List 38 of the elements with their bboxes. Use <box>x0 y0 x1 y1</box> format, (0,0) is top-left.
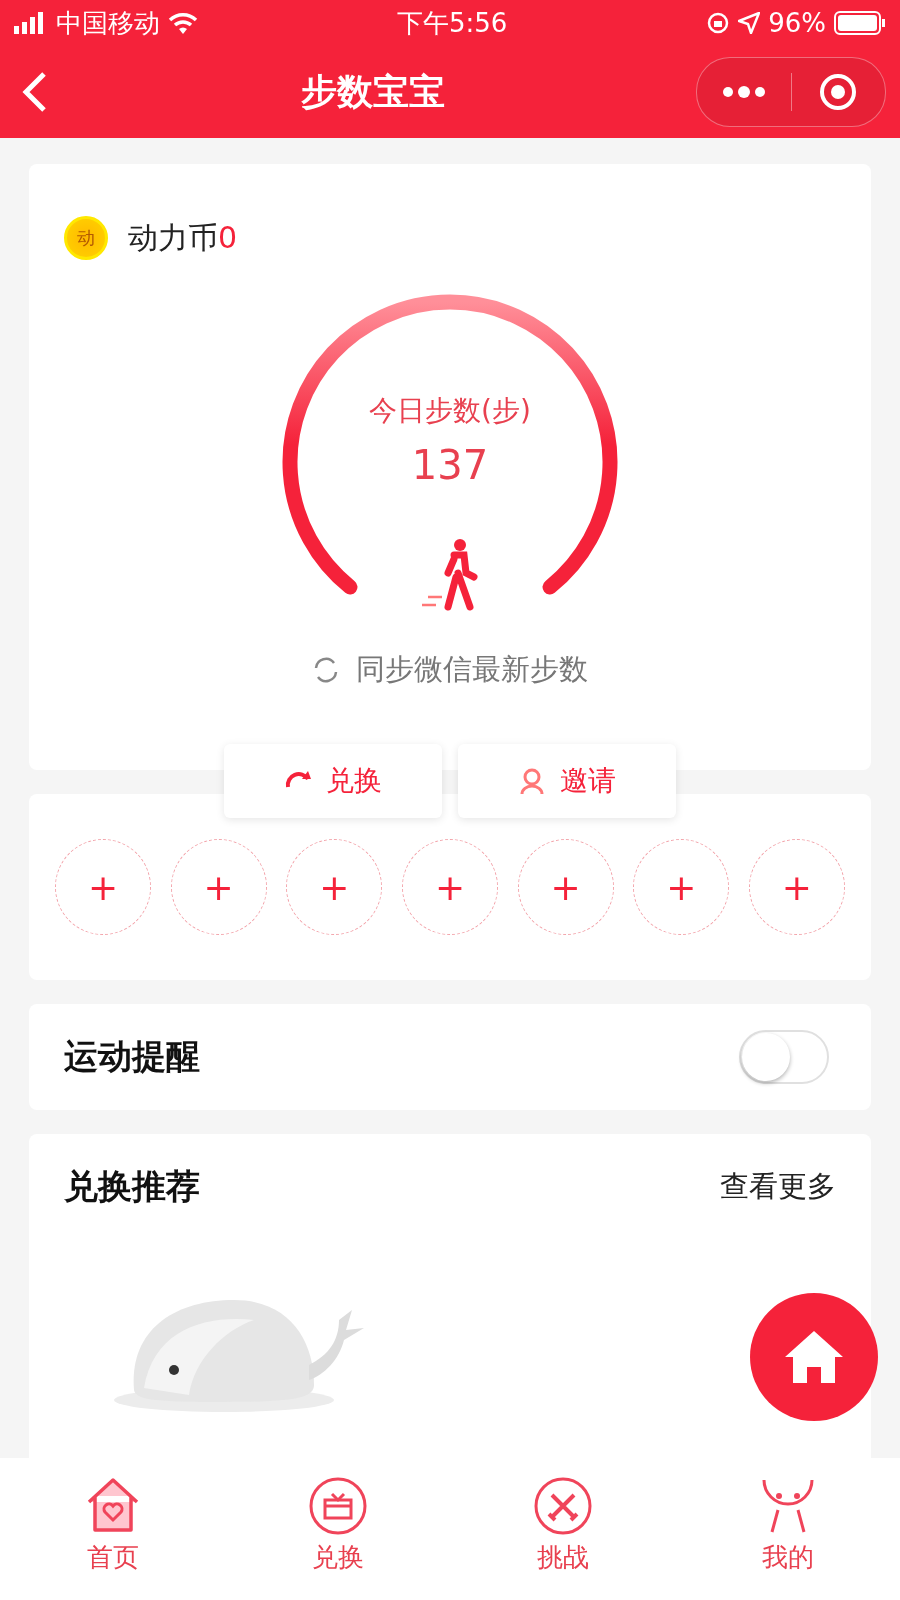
battery-percent: 96% <box>768 8 826 38</box>
clock: 下午5:56 <box>396 6 508 40</box>
add-slot[interactable]: + <box>170 839 267 935</box>
add-slot[interactable]: + <box>286 839 383 935</box>
battery-icon <box>834 11 886 35</box>
sync-icon[interactable] <box>312 656 340 684</box>
invite-button[interactable]: 邀请 <box>458 744 676 818</box>
sync-link[interactable]: 同步微信最新步数 <box>356 650 588 690</box>
steps-label: 今日步数(步) <box>368 393 532 429</box>
add-slot[interactable]: + <box>55 839 151 935</box>
carrier: 中国移动 <box>56 6 160 40</box>
recommend-title: 兑换推荐 <box>64 1165 200 1208</box>
add-slot[interactable]: + <box>517 839 614 935</box>
walking-person-icon <box>420 537 480 613</box>
add-slot[interactable]: + <box>633 839 730 935</box>
see-more-link[interactable]: 查看更多 <box>720 1167 836 1207</box>
add-slot[interactable]: + <box>401 839 498 935</box>
coin-balance: 动力币0 <box>128 218 238 257</box>
page-title: 步数宝宝 <box>301 69 445 114</box>
wifi-icon <box>168 11 198 35</box>
coin-icon: 动 <box>64 216 108 260</box>
tab[interactable]: 兑换 <box>225 1458 450 1600</box>
person-icon <box>518 767 546 795</box>
house-icon <box>783 1329 845 1385</box>
reminder-switch[interactable] <box>739 1030 829 1084</box>
more-icon[interactable] <box>721 85 766 99</box>
steps-count: 137 <box>410 442 490 488</box>
crossed-swords-icon <box>532 1476 593 1536</box>
tab[interactable]: 我的 <box>675 1458 900 1600</box>
add-slot[interactable]: + <box>748 839 845 935</box>
gift-icon <box>307 1476 368 1536</box>
tab[interactable]: 挑战 <box>450 1458 675 1600</box>
location-icon <box>738 12 761 34</box>
close-target-icon[interactable] <box>818 72 859 112</box>
exchange-button[interactable]: 兑换 <box>224 744 442 818</box>
tab[interactable]: 首页 <box>0 1458 225 1600</box>
lock-rotation-icon <box>706 11 731 35</box>
reminder-title: 运动提醒 <box>64 1035 200 1078</box>
